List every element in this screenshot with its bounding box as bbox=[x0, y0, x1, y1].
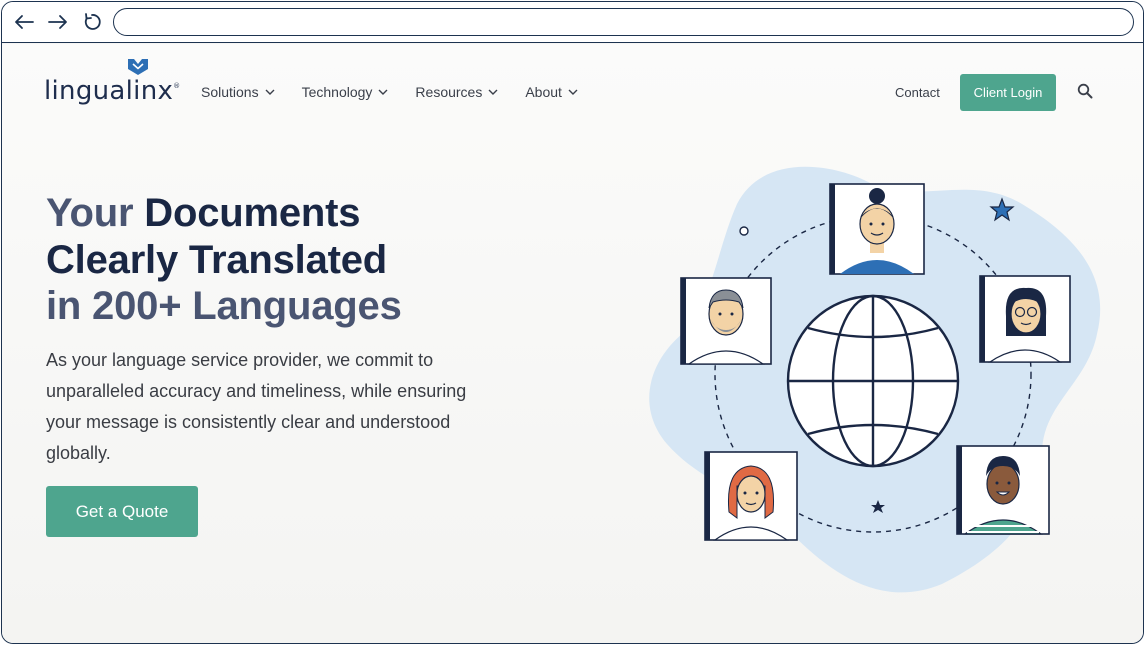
hero-description: As your language service provider, we co… bbox=[46, 350, 467, 463]
arrow-left-icon bbox=[15, 15, 34, 29]
headline-line-2: Clearly Translated bbox=[46, 237, 388, 282]
chevron-down-icon bbox=[488, 89, 498, 95]
nav-item-label: Technology bbox=[301, 84, 373, 100]
chevron-down-icon bbox=[378, 89, 388, 95]
portrait-left bbox=[680, 277, 772, 365]
main-nav: Solutions Technology Resources About bbox=[201, 84, 605, 100]
nav-item-resources[interactable]: Resources bbox=[415, 84, 498, 100]
portrait-right bbox=[979, 275, 1071, 363]
headline-word-your: Your bbox=[46, 191, 134, 235]
logo-wordmark: lingualinx® bbox=[44, 76, 180, 106]
portrait-bottom-right bbox=[956, 445, 1050, 535]
nav-item-label: Resources bbox=[415, 84, 483, 100]
browser-window: lingualinx® Solutions Technology Resourc… bbox=[1, 1, 1144, 644]
reload-icon bbox=[84, 13, 101, 30]
headline-word-documents: Documents bbox=[133, 191, 361, 235]
portrait-bottom-left bbox=[704, 451, 798, 541]
nav-item-technology[interactable]: Technology bbox=[302, 84, 389, 100]
brand-name: lingualinx bbox=[44, 76, 174, 106]
back-button[interactable] bbox=[11, 10, 37, 34]
search-button[interactable] bbox=[1077, 83, 1095, 101]
client-login-button[interactable]: Client Login bbox=[960, 74, 1056, 111]
arrow-right-icon bbox=[48, 15, 67, 29]
search-icon bbox=[1077, 83, 1093, 99]
reload-button[interactable] bbox=[79, 10, 105, 34]
chevron-down-icon bbox=[265, 89, 275, 95]
logo-mark-icon bbox=[128, 59, 148, 75]
trademark-mark: ® bbox=[173, 82, 181, 90]
small-circle-decoration bbox=[739, 226, 749, 236]
nav-item-about[interactable]: About bbox=[525, 84, 578, 100]
hero-illustration bbox=[649, 166, 1101, 593]
nav-item-label: Solutions bbox=[201, 84, 259, 100]
headline-line-3: in 200+ Languages bbox=[46, 284, 402, 328]
globe-icon bbox=[786, 294, 960, 468]
contact-link[interactable]: Contact bbox=[895, 85, 940, 100]
forward-button[interactable] bbox=[45, 10, 71, 34]
address-bar[interactable] bbox=[113, 8, 1134, 36]
page: lingualinx® Solutions Technology Resourc… bbox=[2, 44, 1143, 643]
site-logo[interactable]: lingualinx® bbox=[44, 56, 180, 106]
chevron-down-icon bbox=[568, 89, 578, 95]
get-a-quote-button[interactable]: Get a Quote bbox=[46, 486, 198, 537]
nav-item-solutions[interactable]: Solutions bbox=[201, 84, 275, 100]
nav-item-label: About bbox=[525, 84, 562, 100]
browser-toolbar bbox=[2, 2, 1143, 43]
portrait-top bbox=[829, 183, 925, 275]
hero-headline: Your Documents Clearly Translated in 200… bbox=[46, 190, 402, 330]
